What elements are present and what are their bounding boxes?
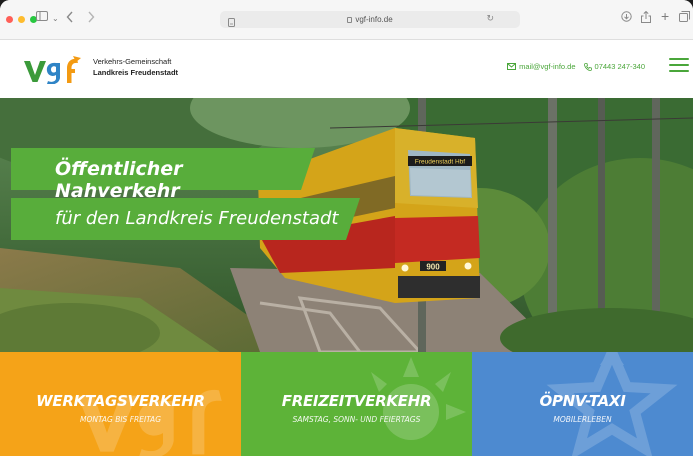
org-name-line1: Verkehrs-Gemeinschaft bbox=[93, 57, 172, 66]
vgf-watermark-icon bbox=[77, 389, 222, 456]
tile-title: FREIZEITVERKEHR bbox=[281, 392, 432, 410]
site-header: Verkehrs-Gemeinschaft Landkreis Freudens… bbox=[0, 40, 693, 98]
sidebar-toggle-icon[interactable] bbox=[36, 11, 48, 21]
close-window-button[interactable] bbox=[6, 16, 13, 23]
org-name-line2: Landkreis Freudenstadt bbox=[93, 68, 179, 77]
tile-subtitle: MOBILERLEBEN bbox=[553, 415, 612, 424]
download-icon[interactable] bbox=[621, 11, 632, 22]
tile-subtitle: MONTAG BIS FREITAG bbox=[79, 415, 162, 424]
tab-overview-icon[interactable] bbox=[679, 11, 690, 22]
hero-subline-banner: für den Landkreis Freudenstadt bbox=[11, 198, 360, 240]
tile-title: WERKTAGSVERKEHR bbox=[36, 392, 205, 410]
tile-title: ÖPNV-TAXI bbox=[539, 392, 626, 410]
vgf-logo[interactable] bbox=[23, 54, 83, 84]
phone-text: 07443 247-340 bbox=[594, 62, 645, 71]
minimize-window-button[interactable] bbox=[18, 16, 25, 23]
new-tab-icon[interactable]: + bbox=[661, 9, 669, 23]
tile-subtitle: SAMSTAG, SONN- UND FEIERTAGS bbox=[292, 415, 421, 424]
forward-icon[interactable] bbox=[87, 11, 95, 23]
hero-section: Freudenstadt Hbf 900 Öffentlicher Nahver… bbox=[0, 98, 693, 352]
phone-link[interactable]: 07443 247-340 bbox=[583, 62, 645, 71]
email-link[interactable]: mail@vgf-info.de bbox=[507, 62, 576, 71]
lock-icon bbox=[347, 17, 353, 23]
address-bar[interactable]: vgf-info.de ↻ bbox=[220, 11, 520, 28]
browser-window: ⌄ vgf-info.de ↻ + Verkehrs-Gemeinschaft … bbox=[0, 0, 693, 456]
phone-icon bbox=[583, 62, 592, 71]
url-text: vgf-info.de bbox=[355, 15, 393, 24]
hero-headline: Öffentlicher Nahverkehr bbox=[55, 158, 183, 202]
url-text-wrap: vgf-info.de bbox=[220, 14, 520, 25]
window-controls bbox=[6, 16, 37, 23]
reload-icon[interactable]: ↻ bbox=[486, 13, 494, 24]
browser-toolbar: ⌄ vgf-info.de ↻ + bbox=[0, 0, 693, 40]
chevron-down-icon[interactable]: ⌄ bbox=[52, 12, 59, 26]
email-text: mail@vgf-info.de bbox=[519, 62, 576, 71]
hero-subline: für den Landkreis Freudenstadt bbox=[55, 208, 339, 229]
service-tiles: WERKTAGSVERKEHR MONTAG BIS FREITAG FREIZ… bbox=[0, 352, 693, 456]
menu-icon[interactable] bbox=[669, 58, 689, 72]
hero-headline-banner: Öffentlicher Nahverkehr bbox=[11, 148, 315, 202]
train-number-display: 900 bbox=[426, 263, 440, 272]
mail-icon bbox=[507, 63, 517, 70]
share-icon[interactable] bbox=[641, 11, 651, 23]
org-name: Verkehrs-Gemeinschaft Landkreis Freudens… bbox=[93, 56, 178, 78]
back-icon[interactable] bbox=[66, 11, 74, 23]
tile-oepnv-taxi[interactable]: ÖPNV-TAXI MOBILERLEBEN bbox=[472, 352, 693, 456]
train-destination-display: Freudenstadt Hbf bbox=[415, 159, 465, 166]
tile-werktagsverkehr[interactable]: WERKTAGSVERKEHR MONTAG BIS FREITAG bbox=[0, 352, 241, 456]
tile-freizeitverkehr[interactable]: FREIZEITVERKEHR SAMSTAG, SONN- UND FEIER… bbox=[241, 352, 472, 456]
contact-info: mail@vgf-info.de 07443 247-340 bbox=[507, 62, 645, 71]
